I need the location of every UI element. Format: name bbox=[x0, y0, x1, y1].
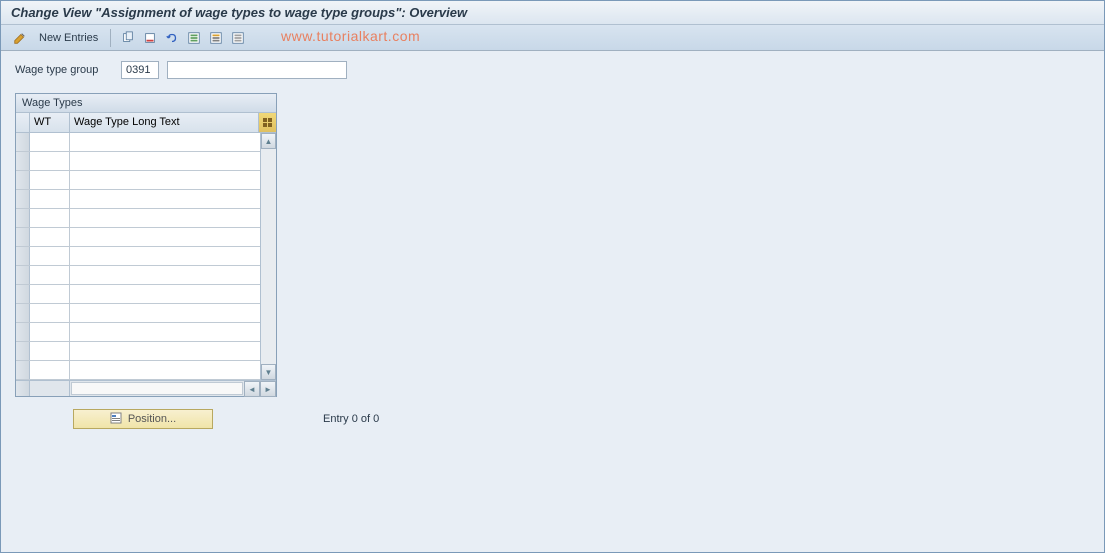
cell-longtext[interactable] bbox=[70, 304, 260, 322]
cell-wt[interactable] bbox=[30, 209, 70, 227]
position-button-label: Position... bbox=[128, 413, 176, 425]
row-selector[interactable] bbox=[16, 342, 30, 360]
cell-longtext[interactable] bbox=[70, 285, 260, 303]
cell-longtext[interactable] bbox=[70, 342, 260, 360]
row-selector[interactable] bbox=[16, 266, 30, 284]
table-row[interactable] bbox=[16, 133, 260, 152]
title-bar: Change View "Assignment of wage types to… bbox=[1, 1, 1104, 25]
select-block-icon[interactable] bbox=[207, 29, 225, 47]
table-row[interactable] bbox=[16, 228, 260, 247]
table-row[interactable] bbox=[16, 285, 260, 304]
cell-longtext[interactable] bbox=[70, 171, 260, 189]
table-row[interactable] bbox=[16, 247, 260, 266]
row-selector[interactable] bbox=[16, 323, 30, 341]
cell-longtext[interactable] bbox=[70, 247, 260, 265]
table-settings-icon[interactable] bbox=[258, 113, 276, 132]
entry-count-text: Entry 0 of 0 bbox=[323, 413, 379, 425]
cell-wt[interactable] bbox=[30, 266, 70, 284]
cell-longtext[interactable] bbox=[70, 209, 260, 227]
hscroll-spacer bbox=[16, 381, 30, 396]
cell-longtext[interactable] bbox=[70, 133, 260, 151]
cell-wt[interactable] bbox=[30, 247, 70, 265]
scroll-right-button[interactable]: ► bbox=[260, 381, 276, 397]
cell-wt[interactable] bbox=[30, 152, 70, 170]
wage-types-table: Wage Types WT Wage Type Long Text ▲ ▼ ◄ … bbox=[15, 93, 277, 397]
footer-row: Position... Entry 0 of 0 bbox=[15, 409, 1090, 429]
position-icon bbox=[110, 412, 122, 427]
row-selector[interactable] bbox=[16, 228, 30, 246]
table-body: ▲ ▼ bbox=[16, 133, 276, 380]
toggle-display-change-icon[interactable] bbox=[11, 29, 29, 47]
toolbar-separator bbox=[110, 29, 111, 47]
cell-wt[interactable] bbox=[30, 133, 70, 151]
column-longtext-header[interactable]: Wage Type Long Text bbox=[70, 113, 258, 132]
scroll-track[interactable] bbox=[261, 149, 276, 364]
cell-longtext[interactable] bbox=[70, 266, 260, 284]
column-wt-header[interactable]: WT bbox=[30, 113, 70, 132]
undo-icon[interactable] bbox=[163, 29, 181, 47]
new-entries-button[interactable]: New Entries bbox=[35, 30, 102, 46]
table-row[interactable] bbox=[16, 342, 260, 361]
toolbar: New Entries www.tutorialkart.com bbox=[1, 25, 1104, 51]
row-selector[interactable] bbox=[16, 247, 30, 265]
row-selector[interactable] bbox=[16, 190, 30, 208]
cell-wt[interactable] bbox=[30, 342, 70, 360]
row-selector[interactable] bbox=[16, 209, 30, 227]
scroll-left-button[interactable]: ◄ bbox=[244, 381, 260, 397]
horizontal-scrollbar[interactable] bbox=[71, 382, 243, 395]
cell-wt[interactable] bbox=[30, 171, 70, 189]
select-all-icon[interactable] bbox=[185, 29, 203, 47]
column-selector-header[interactable] bbox=[16, 113, 30, 132]
cell-wt[interactable] bbox=[30, 361, 70, 379]
cell-wt[interactable] bbox=[30, 190, 70, 208]
row-selector[interactable] bbox=[16, 133, 30, 151]
scroll-up-button[interactable]: ▲ bbox=[261, 133, 276, 149]
row-selector[interactable] bbox=[16, 304, 30, 322]
deselect-all-icon[interactable] bbox=[229, 29, 247, 47]
cell-longtext[interactable] bbox=[70, 323, 260, 341]
watermark: www.tutorialkart.com bbox=[281, 28, 420, 44]
content-area: Wage type group Wage Types WT Wage Type … bbox=[1, 51, 1104, 552]
table-row[interactable] bbox=[16, 323, 260, 342]
table-column-headers: WT Wage Type Long Text bbox=[16, 113, 276, 133]
table-row[interactable] bbox=[16, 304, 260, 323]
cell-wt[interactable] bbox=[30, 228, 70, 246]
page-title: Change View "Assignment of wage types to… bbox=[11, 5, 1094, 20]
table-title: Wage Types bbox=[16, 94, 276, 113]
cell-wt[interactable] bbox=[30, 304, 70, 322]
wage-type-group-desc-input[interactable] bbox=[167, 61, 347, 79]
cell-longtext[interactable] bbox=[70, 152, 260, 170]
row-selector[interactable] bbox=[16, 285, 30, 303]
cell-longtext[interactable] bbox=[70, 190, 260, 208]
cell-wt[interactable] bbox=[30, 323, 70, 341]
hscroll-spacer2 bbox=[30, 381, 70, 396]
delete-icon[interactable] bbox=[141, 29, 159, 47]
wage-type-group-label: Wage type group bbox=[15, 64, 113, 76]
row-selector[interactable] bbox=[16, 152, 30, 170]
row-selector[interactable] bbox=[16, 171, 30, 189]
horizontal-scroll-row: ◄ ► bbox=[16, 380, 276, 396]
table-row[interactable] bbox=[16, 361, 260, 380]
table-row[interactable] bbox=[16, 152, 260, 171]
wage-type-group-row: Wage type group bbox=[15, 61, 1090, 79]
table-row[interactable] bbox=[16, 190, 260, 209]
table-row[interactable] bbox=[16, 209, 260, 228]
table-row[interactable] bbox=[16, 266, 260, 285]
wage-type-group-input[interactable] bbox=[121, 61, 159, 79]
copy-icon[interactable] bbox=[119, 29, 137, 47]
scroll-down-button[interactable]: ▼ bbox=[261, 364, 276, 380]
row-selector[interactable] bbox=[16, 361, 30, 379]
cell-wt[interactable] bbox=[30, 285, 70, 303]
cell-longtext[interactable] bbox=[70, 228, 260, 246]
table-row[interactable] bbox=[16, 171, 260, 190]
cell-longtext[interactable] bbox=[70, 361, 260, 379]
vertical-scrollbar[interactable]: ▲ ▼ bbox=[260, 133, 276, 380]
position-button[interactable]: Position... bbox=[73, 409, 213, 429]
